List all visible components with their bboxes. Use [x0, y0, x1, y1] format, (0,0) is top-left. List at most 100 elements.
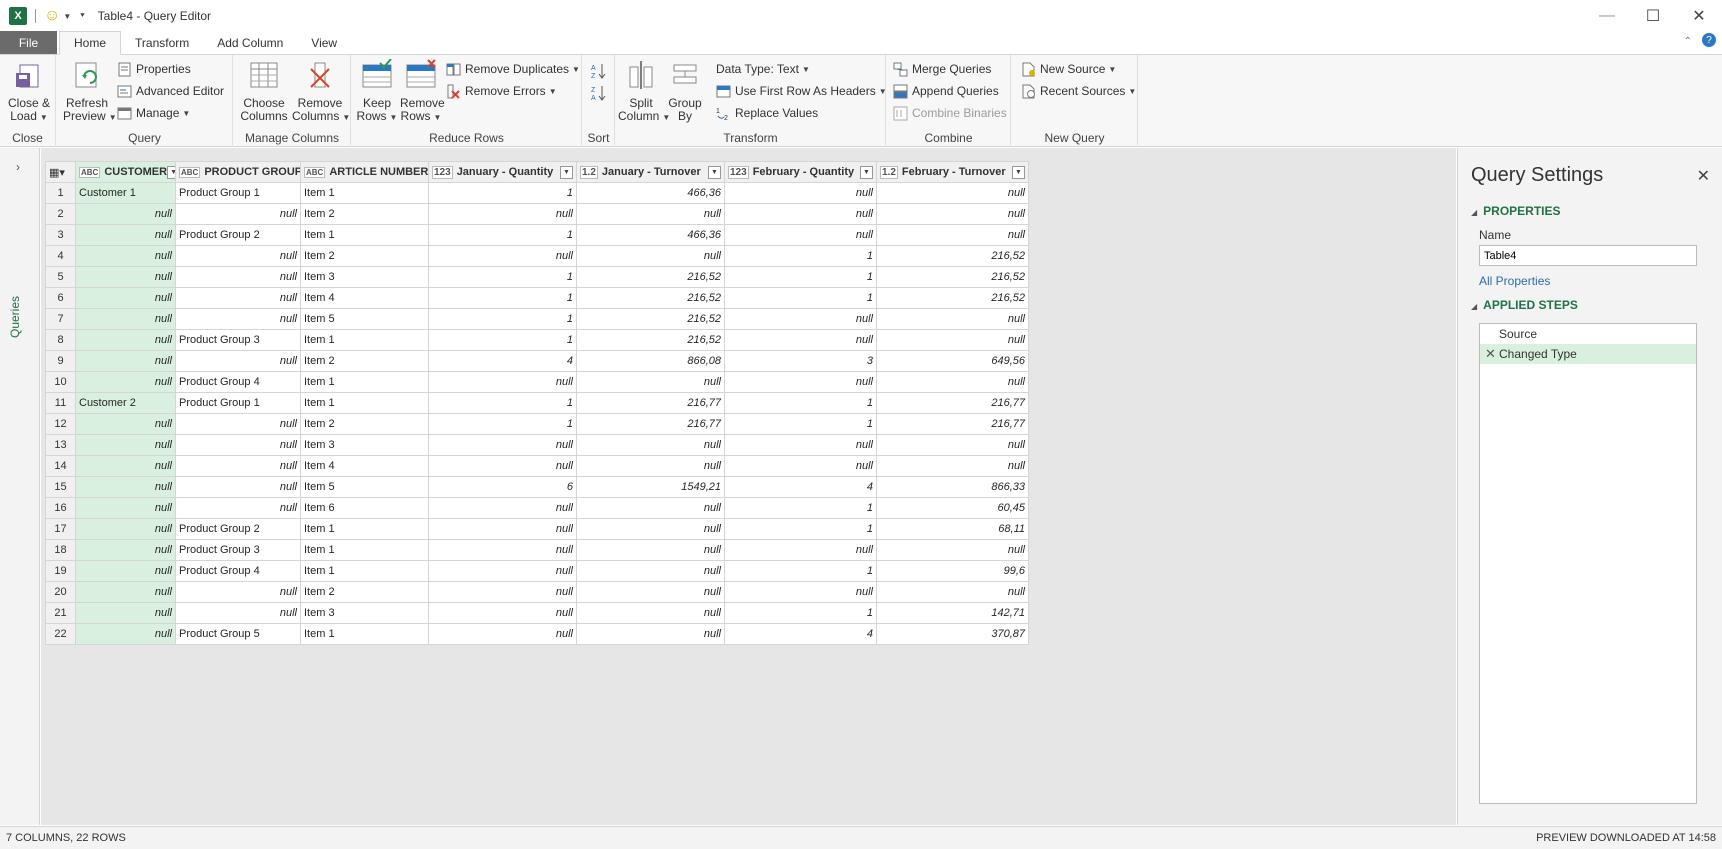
sort-descending-button[interactable]: ZA [591, 81, 610, 102]
table-cell[interactable]: Product Group 1 [175, 392, 301, 414]
table-row[interactable]: 19 null Product Group 4 Item 1 null null 1 99,6 [45, 560, 1029, 582]
table-cell[interactable]: null [576, 455, 725, 477]
filter-dropdown-icon[interactable]: ▼ [560, 165, 573, 179]
table-cell[interactable]: null [75, 203, 176, 225]
expand-queries-icon[interactable]: › [16, 160, 20, 174]
table-cell[interactable]: null [876, 581, 1029, 603]
table-cell[interactable]: null [75, 518, 176, 540]
all-properties-link[interactable]: All Properties [1479, 274, 1550, 288]
table-cell[interactable]: null [428, 518, 577, 540]
table-cell[interactable]: 216,52 [576, 287, 725, 309]
merge-queries-button[interactable]: Merge Queries [893, 59, 991, 79]
table-cell[interactable]: null [724, 455, 877, 477]
table-cell[interactable]: null [428, 371, 577, 393]
table-cell[interactable]: null [75, 539, 176, 561]
table-cell[interactable]: null [175, 350, 301, 372]
table-cell[interactable]: 1 [428, 224, 577, 246]
table-cell[interactable]: null [428, 434, 577, 456]
table-row[interactable]: 22 null Product Group 5 Item 1 null null 4 370,… [45, 623, 1029, 645]
table-cell[interactable]: null [576, 371, 725, 393]
table-cell[interactable]: 1 [724, 602, 877, 624]
table-cell[interactable]: 1 [724, 245, 877, 267]
table-row[interactable]: 16 null null Item 6 null null 1 60,45 [45, 497, 1029, 519]
table-cell[interactable]: Item 2 [300, 245, 429, 267]
feedback-smiley-icon[interactable]: ☺ [44, 7, 60, 25]
recent-sources-button[interactable]: Recent Sources ▼ [1021, 81, 1136, 101]
table-cell[interactable]: 216,52 [576, 329, 725, 351]
table-cell[interactable]: null [75, 623, 176, 645]
table-row[interactable]: 15 null null Item 5 6 1549,21 4 866,33 [45, 476, 1029, 498]
table-cell[interactable]: Item 1 [300, 371, 429, 393]
column-type-icon[interactable]: 123 [728, 166, 749, 179]
table-cell[interactable]: 1 [724, 413, 877, 435]
column-type-icon[interactable]: 123 [432, 166, 453, 179]
table-cell[interactable]: Item 1 [300, 539, 429, 561]
query-name-input[interactable] [1479, 245, 1697, 266]
table-cell[interactable]: Item 1 [300, 182, 429, 204]
table-cell[interactable]: Item 2 [300, 581, 429, 603]
table-cell[interactable]: null [724, 182, 877, 204]
table-cell[interactable]: Product Group 5 [175, 623, 301, 645]
table-cell[interactable]: null [75, 308, 176, 330]
table-cell[interactable]: 216,52 [576, 308, 725, 330]
table-cell[interactable]: Item 3 [300, 434, 429, 456]
table-cell[interactable]: 1 [724, 518, 877, 540]
table-row[interactable]: 2 null null Item 2 null null null null [45, 203, 1029, 225]
table-cell[interactable]: Product Group 4 [175, 371, 301, 393]
close-icon[interactable]: ✕ [1697, 166, 1710, 186]
tab-add-column[interactable]: Add Column [203, 31, 297, 54]
table-cell[interactable]: 649,56 [876, 350, 1029, 372]
table-cell[interactable]: null [876, 308, 1029, 330]
table-cell[interactable]: Item 1 [300, 329, 429, 351]
advanced-editor-button[interactable]: Advanced Editor [117, 81, 224, 101]
table-cell[interactable]: null [428, 203, 577, 225]
table-cell[interactable]: 216,52 [876, 245, 1029, 267]
properties-button[interactable]: Properties [117, 59, 191, 79]
table-cell[interactable]: Product Group 3 [175, 539, 301, 561]
table-cell[interactable]: Item 1 [300, 518, 429, 540]
keep-rows-button[interactable]: Keep Rows ▼ [356, 58, 398, 124]
table-menu-icon[interactable]: ▦▾ [45, 161, 76, 183]
collapse-ribbon-icon[interactable]: ⌃ [1684, 36, 1692, 47]
table-cell[interactable]: Item 2 [300, 203, 429, 225]
table-cell[interactable]: Product Group 2 [175, 224, 301, 246]
table-row[interactable]: 11 Customer 2 Product Group 1 Item 1 1 216,77… [45, 392, 1029, 414]
table-cell[interactable]: null [724, 434, 877, 456]
table-cell[interactable]: 216,52 [576, 266, 725, 288]
table-cell[interactable]: Item 5 [300, 308, 429, 330]
table-cell[interactable]: null [576, 203, 725, 225]
table-cell[interactable]: 60,45 [876, 497, 1029, 519]
table-cell[interactable]: null [428, 497, 577, 519]
applied-steps-header[interactable]: ◢ APPLIED STEPS [1471, 298, 1578, 312]
table-cell[interactable]: null [876, 371, 1029, 393]
table-cell[interactable]: 1 [724, 392, 877, 414]
table-cell[interactable]: null [724, 329, 877, 351]
table-cell[interactable]: null [75, 329, 176, 351]
table-cell[interactable]: null [75, 560, 176, 582]
table-cell[interactable]: null [175, 203, 301, 225]
table-cell[interactable]: 216,77 [876, 413, 1029, 435]
table-cell[interactable]: null [175, 308, 301, 330]
table-row[interactable]: 4 null null Item 2 null null 1 216,52 [45, 245, 1029, 267]
table-row[interactable]: 17 null Product Group 2 Item 1 null null 1 68,1… [45, 518, 1029, 540]
queries-pane-label[interactable]: Queries [8, 296, 22, 338]
table-cell[interactable]: 4 [724, 623, 877, 645]
table-cell[interactable]: null [576, 434, 725, 456]
table-cell[interactable]: null [576, 602, 725, 624]
table-row[interactable]: 12 null null Item 2 1 216,77 1 216,77 [45, 413, 1029, 435]
table-cell[interactable]: Item 1 [300, 623, 429, 645]
table-row[interactable]: 7 null null Item 5 1 216,52 null null [45, 308, 1029, 330]
tab-home[interactable]: Home [59, 31, 122, 55]
step-source[interactable]: Source [1480, 324, 1696, 344]
table-cell[interactable]: null [876, 434, 1029, 456]
table-cell[interactable]: 1 [428, 392, 577, 414]
table-cell[interactable]: null [724, 371, 877, 393]
table-cell[interactable]: 466,36 [576, 182, 725, 204]
table-cell[interactable]: 866,33 [876, 476, 1029, 498]
table-cell[interactable]: 1 [724, 560, 877, 582]
table-cell[interactable]: 68,11 [876, 518, 1029, 540]
table-cell[interactable]: null [724, 203, 877, 225]
delete-step-icon[interactable]: ✕ [1485, 346, 1496, 362]
table-row[interactable]: 1 Customer 1 Product Group 1 Item 1 1 466,36 n… [45, 182, 1029, 204]
table-cell[interactable]: null [75, 413, 176, 435]
